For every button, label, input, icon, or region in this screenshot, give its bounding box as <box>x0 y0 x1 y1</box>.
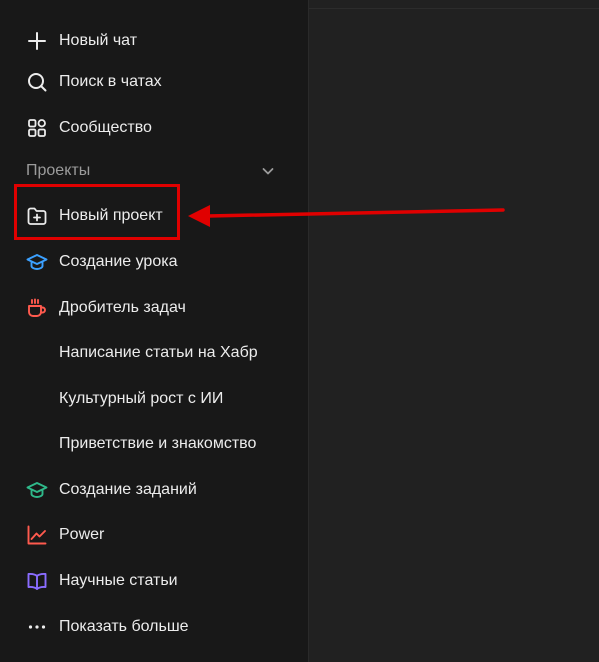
projects-header-label: Проекты <box>26 162 91 179</box>
project-item-lesson[interactable]: Создание урока <box>14 244 294 280</box>
projects-section-header[interactable]: Проекты <box>14 154 280 188</box>
project-item-scientific-articles[interactable]: Научные статьи <box>14 563 294 599</box>
grid-icon <box>26 117 48 139</box>
project-label: Дробитель задач <box>59 299 186 316</box>
plus-icon <box>26 30 48 52</box>
project-item-cultural-growth[interactable]: Культурный рост с ИИ <box>14 381 294 417</box>
project-item-greeting[interactable]: Приветствие и знакомство <box>14 426 294 462</box>
search-icon <box>26 71 48 93</box>
project-label: Культурный рост с ИИ <box>59 390 224 407</box>
project-label: Приветствие и знакомство <box>59 435 257 452</box>
open-book-icon <box>26 570 48 592</box>
sidebar: Новый чат Поиск в чатах Сообщество Проек… <box>0 0 309 662</box>
show-more-button[interactable]: Показать больше <box>14 609 294 645</box>
project-item-power[interactable]: Power <box>14 517 294 553</box>
project-item-assignments[interactable]: Создание заданий <box>14 472 294 508</box>
community-button[interactable]: Сообщество <box>14 110 294 146</box>
project-label: Научные статьи <box>59 572 178 589</box>
project-label: Создание заданий <box>59 481 197 498</box>
app-window: Новый чат Поиск в чатах Сообщество Проек… <box>0 0 599 662</box>
line-chart-icon <box>26 524 48 546</box>
divider <box>309 8 599 9</box>
project-item-habr-article[interactable]: Написание статьи на Хабр <box>14 335 294 371</box>
graduation-cap-icon <box>26 251 48 273</box>
new-chat-button[interactable]: Новый чат <box>14 23 294 59</box>
coffee-cup-icon <box>26 297 48 319</box>
project-label: Написание статьи на Хабр <box>59 344 258 361</box>
new-chat-label: Новый чат <box>59 32 138 49</box>
project-item-task-splitter[interactable]: Дробитель задач <box>14 290 294 326</box>
folder-plus-icon <box>26 205 48 227</box>
ellipsis-icon <box>26 616 48 638</box>
community-label: Сообщество <box>59 119 152 136</box>
graduation-cap-icon <box>26 479 48 501</box>
search-chats-button[interactable]: Поиск в чатах <box>14 64 294 100</box>
main-content-area <box>309 0 599 662</box>
chevron-down-icon <box>260 163 276 179</box>
project-label: Создание урока <box>59 253 178 270</box>
search-chats-label: Поиск в чатах <box>59 73 162 90</box>
new-project-button[interactable]: Новый проект <box>14 198 294 234</box>
show-more-label: Показать больше <box>59 618 189 635</box>
new-project-label: Новый проект <box>59 207 163 224</box>
project-label: Power <box>59 526 105 543</box>
